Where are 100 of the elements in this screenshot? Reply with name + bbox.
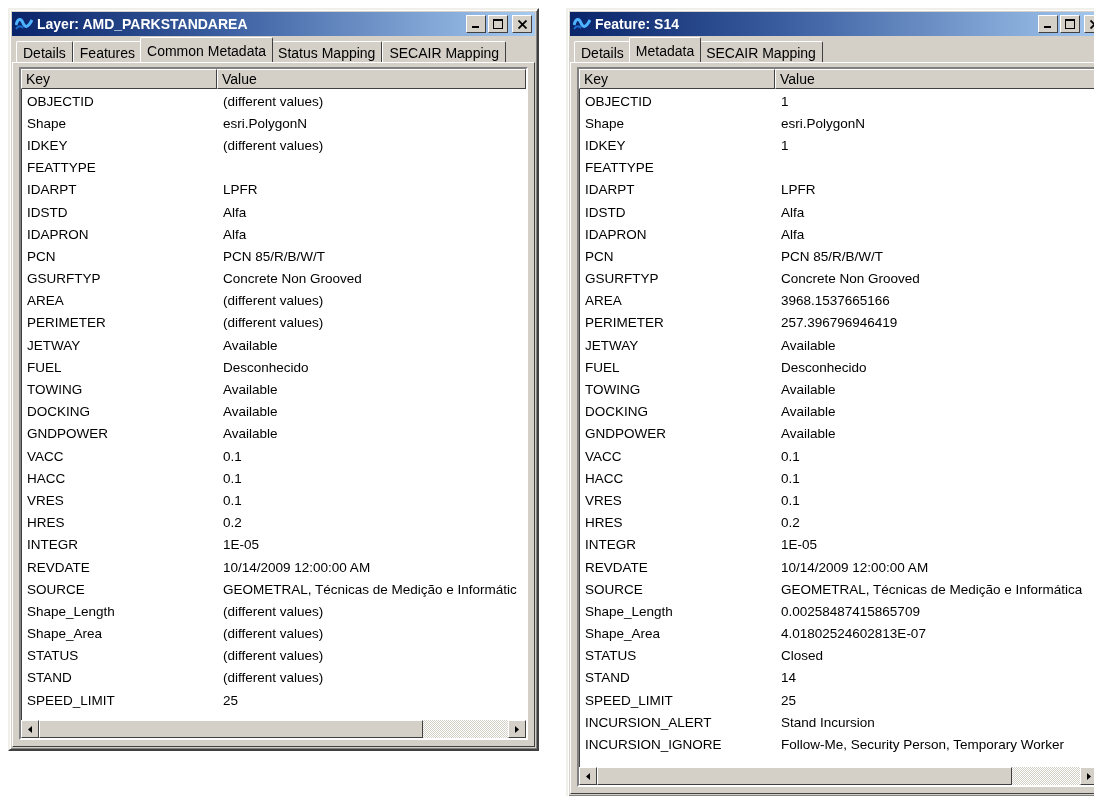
key-cell-text: INCURSION_IGNORE	[584, 737, 723, 753]
key-cell-text: STATUS	[584, 648, 638, 664]
maximize-button[interactable]	[488, 15, 508, 33]
column-header[interactable]: Key	[579, 69, 775, 89]
tab[interactable]: Status Mapping	[271, 41, 383, 62]
minimize-button[interactable]	[466, 15, 486, 33]
horizontal-scrollbar[interactable]	[579, 767, 1094, 785]
value-cell-text: 1E-05	[780, 537, 819, 553]
value-cell-text: 10/14/2009 12:00:00 AM	[780, 559, 930, 575]
minimize-button[interactable]	[1038, 15, 1058, 33]
key-cell-text: FEATTYPE	[584, 160, 655, 176]
key-cell-text: OBJECTID	[584, 93, 653, 109]
right-arrow-icon	[1087, 772, 1091, 780]
value-cell-text: 0.1	[780, 470, 801, 486]
tab[interactable]: Features	[72, 41, 143, 62]
horizontal-scrollbar[interactable]	[21, 720, 526, 738]
key-cell-text: SPEED_LIMIT	[26, 692, 116, 708]
value-cell-text: 0.1	[780, 492, 801, 508]
tab[interactable]: SECAIR Mapping	[699, 41, 823, 62]
value-cell-text: Available	[222, 426, 279, 442]
app-icon	[15, 16, 33, 32]
value-cell-text: Follow-Me, Security Person, Temporary Worker	[780, 737, 1066, 753]
key-cell-text: IDAPRON	[26, 226, 90, 242]
key-cell-text: IDARPT	[584, 182, 636, 198]
value-cell-text: 1	[780, 137, 790, 153]
value-cell-text: 14	[780, 670, 798, 686]
value-cell-text: LPFR	[222, 182, 259, 198]
value-cell-text: Alfa	[222, 204, 248, 220]
value-cell-text: PCN 85/R/B/W/T	[222, 248, 326, 264]
value-cell-text: (different values)	[222, 137, 325, 153]
value-cell-text: 10/14/2009 12:00:00 AM	[222, 559, 372, 575]
maximize-icon	[493, 19, 503, 29]
column-header[interactable]: Value	[217, 69, 526, 89]
tab[interactable]: SECAIR Mapping	[382, 41, 507, 62]
value-cell-text: 4.01802524602813E-07	[780, 626, 927, 642]
value-cell-text: Available	[222, 337, 279, 353]
right-arrow-icon	[515, 725, 519, 733]
value-cell-text: Available	[222, 404, 279, 420]
key-cell-text: REVDATE	[26, 559, 91, 575]
key-cell-text: HRES	[584, 515, 624, 531]
value-cell-text: (different values)	[222, 626, 325, 642]
key-cell-text: FEATTYPE	[26, 160, 97, 176]
scroll-left-button[interactable]	[579, 767, 597, 785]
key-cell-text: HACC	[584, 470, 625, 486]
value-cell-text: Desconhecido	[780, 359, 868, 375]
scroll-right-button[interactable]	[1080, 767, 1094, 785]
value-cell-text: Desconhecido	[222, 359, 310, 375]
key-cell-text: Shape_Length	[26, 603, 116, 619]
maximize-icon	[1065, 19, 1075, 29]
key-cell-text: Shape	[584, 115, 626, 131]
maximize-button[interactable]	[1060, 15, 1080, 33]
key-cell-text: PERIMETER	[26, 315, 107, 331]
scroll-right-button[interactable]	[508, 720, 526, 738]
value-cell-text: 1E-05	[222, 537, 261, 553]
value-cell-text: LPFR	[780, 182, 817, 198]
value-cell-text: Available	[780, 404, 837, 420]
tab[interactable]: Metadata	[628, 37, 702, 62]
key-cell-text: Shape	[26, 115, 68, 131]
value-cell-text: Stand Incursion	[780, 714, 876, 730]
value-cell-text: esri.PolygonN	[780, 115, 867, 131]
key-cell-text: STAND	[26, 670, 73, 686]
tab[interactable]: Details	[16, 41, 73, 62]
value-cell-text: 0.1	[222, 470, 243, 486]
key-cell-text: VACC	[26, 448, 65, 464]
value-cell-text: 0.2	[222, 515, 243, 531]
window-title: Layer: AMD_PARKSTANDAREA	[37, 16, 249, 32]
key-cell-text: IDAPRON	[584, 226, 648, 242]
value-cell-text: 1	[780, 93, 790, 109]
key-cell-text: Shape_Area	[584, 626, 662, 642]
key-cell-text: INCURSION_ALERT	[584, 714, 713, 730]
value-cell-text: (different values)	[222, 315, 325, 331]
key-cell-text: IDKEY	[584, 137, 627, 153]
value-cell-text: Alfa	[222, 226, 248, 242]
key-cell-text: INTEGR	[584, 537, 637, 553]
key-cell-text: Shape_Area	[26, 626, 104, 642]
scrollbar-thumb[interactable]	[39, 720, 423, 738]
column-header[interactable]: Value	[775, 69, 1094, 89]
scrollbar-thumb[interactable]	[597, 767, 1013, 785]
tab[interactable]: Details	[574, 41, 631, 62]
scroll-left-button[interactable]	[21, 720, 39, 738]
key-cell-text: REVDATE	[584, 559, 649, 575]
column-header[interactable]: Key	[21, 69, 217, 89]
value-cell-text: Available	[222, 382, 279, 398]
key-cell-text: FUEL	[26, 359, 63, 375]
value-cell-text: (different values)	[222, 670, 325, 686]
window-title: Feature: S14	[595, 16, 681, 32]
value-cell-text: Closed	[780, 648, 825, 664]
key-cell-text: GSURFTYP	[584, 271, 660, 287]
key-cell-text: IDKEY	[26, 137, 69, 153]
tab[interactable]: Common Metadata	[140, 37, 274, 62]
key-cell-text: PCN	[26, 248, 57, 264]
value-cell-text: 0.1	[222, 448, 243, 464]
key-cell-text: FUEL	[584, 359, 621, 375]
left-arrow-icon	[586, 772, 590, 780]
value-cell-text: esri.PolygonN	[222, 115, 309, 131]
left-arrow-icon	[28, 725, 32, 733]
key-cell-text: GNDPOWER	[584, 426, 667, 442]
close-button[interactable]	[512, 15, 532, 33]
key-cell-text: GSURFTYP	[26, 271, 102, 287]
value-cell-text: 257.396796946419	[780, 315, 899, 331]
